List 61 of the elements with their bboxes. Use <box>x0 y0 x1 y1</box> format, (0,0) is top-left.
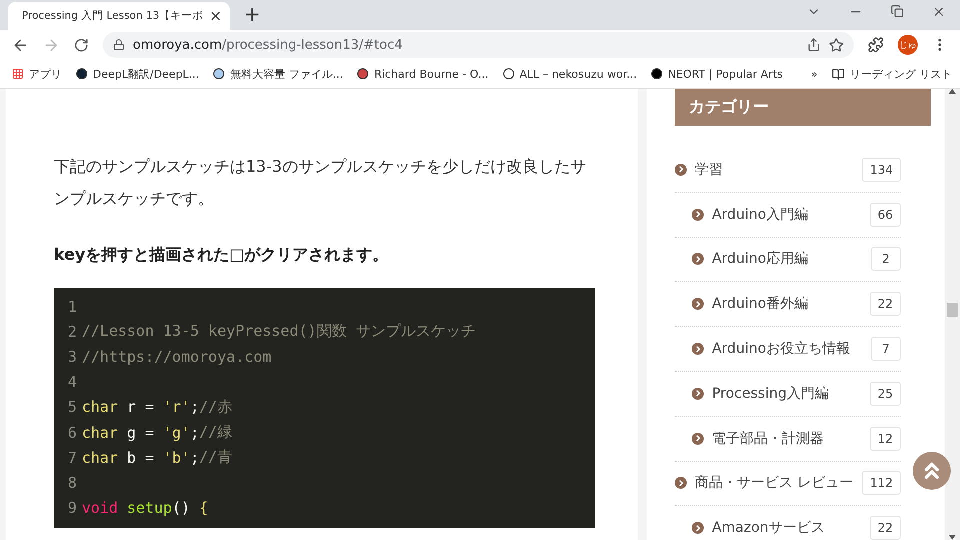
bookmark-item[interactable]: ALL – nekosuzu wor... <box>502 68 638 80</box>
chevron-icon <box>675 164 688 176</box>
category-item[interactable]: 商品・サービス レビュー 112 <box>675 462 902 506</box>
bookmark-item[interactable]: アプリ <box>12 66 62 82</box>
site-icon <box>651 68 664 80</box>
bookmark-item[interactable]: NEORT | Popular Arts <box>651 68 784 80</box>
code-line: 3 //https://omoroya.com <box>68 346 273 368</box>
code-line: 8 <box>68 472 78 494</box>
restore-icon[interactable] <box>891 5 904 18</box>
scroll-down-icon[interactable] <box>949 535 956 540</box>
category-item[interactable]: Arduinoお役立ち情報 7 <box>675 327 902 372</box>
code-line: 1 <box>68 296 78 318</box>
chevron-icon <box>692 388 704 400</box>
bookmark-star-icon[interactable] <box>829 38 844 52</box>
apps-grid-icon <box>12 68 24 80</box>
lock-icon <box>113 39 125 51</box>
close-icon[interactable] <box>932 5 946 19</box>
category-item[interactable]: Processing入門編 25 <box>675 372 902 417</box>
chevron-icon <box>692 343 704 356</box>
chevron-icon <box>692 253 704 266</box>
site-icon <box>357 68 370 80</box>
site-icon <box>76 68 88 80</box>
new-tab-button[interactable]: + <box>244 2 261 26</box>
close-tab-button[interactable]: × <box>210 7 222 25</box>
address-bar[interactable]: omoroya.com/processing-lesson13/#toc4 <box>103 32 854 58</box>
code-line: 9 void setup() { <box>68 498 210 520</box>
code-line: 4 <box>68 372 78 394</box>
chevron-icon <box>692 208 704 221</box>
chevron-icon <box>692 522 704 534</box>
site-icon <box>502 68 515 80</box>
code-line: 7 char b = 'b';//青 <box>68 447 234 469</box>
category-item[interactable]: Arduino番外編 22 <box>675 282 902 328</box>
paragraph: 下記のサンプルスケッチは13-3のサンプルスケッチを少しだけ改良したサンプルスケッチです。 <box>54 156 588 210</box>
bookmark-item[interactable]: 無料大容量 ファイル... <box>213 66 344 82</box>
category-item[interactable]: 電子部品・計測器 12 <box>675 416 902 462</box>
category-item[interactable]: Arduino入門編 66 <box>675 192 902 238</box>
scroll-to-top-button[interactable] <box>913 452 952 490</box>
bookmark-item[interactable]: DeepL翻訳/DeepL... <box>76 66 200 82</box>
browser-tab[interactable]: Processing 入門 Lesson 13【キーボ × <box>8 2 230 30</box>
code-line: 5 char r = 'r';//赤 <box>68 396 234 418</box>
category-item[interactable]: Arduino応用編 2 <box>675 238 902 282</box>
category-item[interactable]: Amazonサービス 22 <box>675 506 902 540</box>
share-icon[interactable] <box>807 38 821 52</box>
extensions-icon[interactable] <box>868 37 884 53</box>
chevron-icon <box>692 432 704 445</box>
reading-list-icon <box>832 68 845 80</box>
bold-text: keyを押すと描画された□がクリアされます。 <box>54 245 390 266</box>
site-icon <box>213 68 226 80</box>
sidebar-title: カテゴリー <box>675 89 932 126</box>
category-item[interactable]: 学習 134 <box>675 148 902 193</box>
profile-avatar[interactable]: じゅ <box>898 35 918 55</box>
reload-icon[interactable] <box>74 38 89 52</box>
bookmark-item[interactable]: Richard Bourne - O... <box>357 68 489 80</box>
code-line: 2 //Lesson 13-5 keyPressed()関数 サンプルスケッチ <box>68 321 477 343</box>
more-bookmarks-button[interactable]: » <box>811 68 818 80</box>
chevron-icon <box>692 298 704 310</box>
chevron-icon <box>675 477 688 490</box>
url-text: omoroya.com/processing-lesson13/#toc4 <box>133 38 403 52</box>
scrollbar-thumb[interactable] <box>947 302 958 316</box>
code-line: 6 char g = 'g';//緑 <box>68 422 234 444</box>
reading-list-button[interactable]: リーディング リスト <box>832 66 952 82</box>
